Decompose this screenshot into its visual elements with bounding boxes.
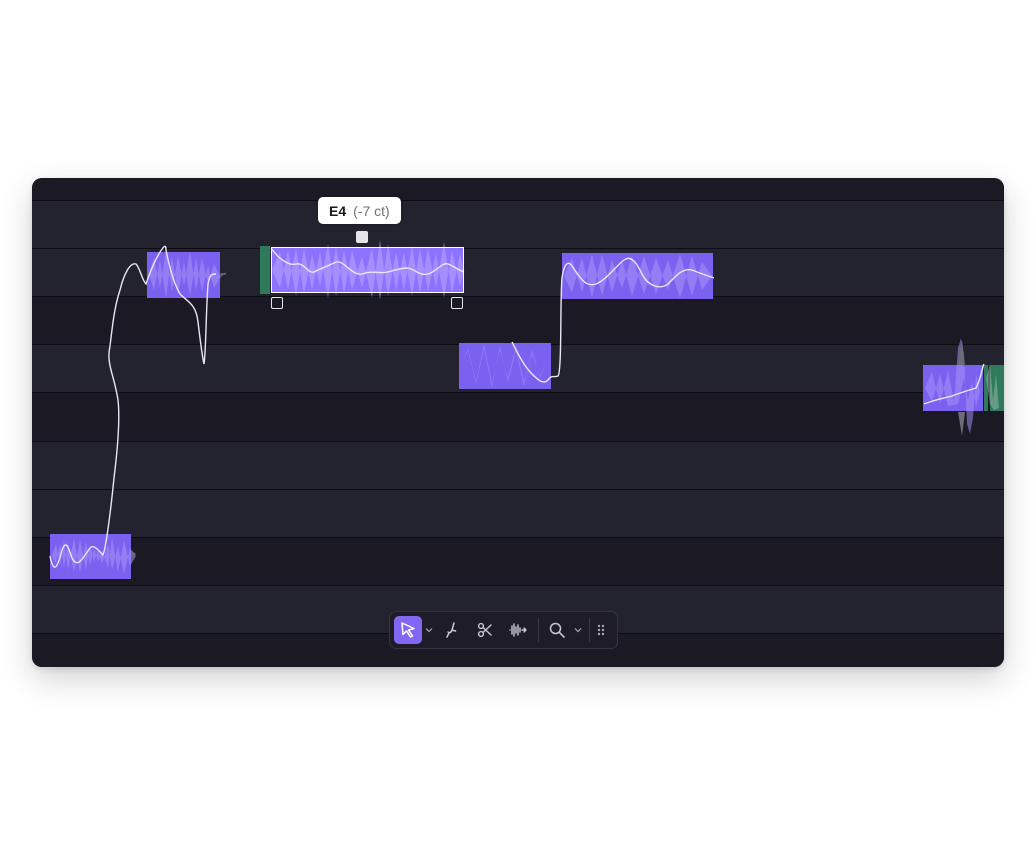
tuning-fork-icon [446,622,457,638]
chevron-down-icon [425,628,433,633]
note-blob[interactable] [459,343,551,389]
tool-palette [389,611,618,649]
note-canvas [49,240,1004,579]
toolbar-drag-handle[interactable] [594,616,608,644]
scissors-icon [477,622,492,638]
pointer-icon [401,622,415,638]
note-blob[interactable] [562,253,713,299]
pointer-tool-menu[interactable] [422,616,436,644]
selected-note-frame[interactable] [271,247,464,293]
waveform-icon [509,623,527,637]
note-end-handle[interactable] [451,297,463,309]
pitch-tooltip: E4 (-7 ct) [318,197,401,224]
note-start-handle[interactable] [271,297,283,309]
pitch-name: E4 [329,202,347,219]
grip-icon [597,624,605,636]
chevron-down-icon [574,628,582,633]
pitch-tool-button[interactable] [436,616,468,644]
note-pitch-handle[interactable] [356,231,368,243]
pointer-tool-button[interactable] [394,616,422,644]
time-tool-button[interactable] [502,616,534,644]
pitch-editor[interactable]: E4 (-7 ct) [32,178,1004,667]
note-blob[interactable] [50,534,136,579]
pitch-deviation: (-7 ct) [353,202,390,219]
zoom-tool-button[interactable] [543,616,571,644]
toolbar-separator [589,618,590,642]
toolbar-separator [538,618,539,642]
split-tool-button[interactable] [468,616,502,644]
zoom-tool-menu[interactable] [571,616,585,644]
magnifier-icon [549,622,565,638]
